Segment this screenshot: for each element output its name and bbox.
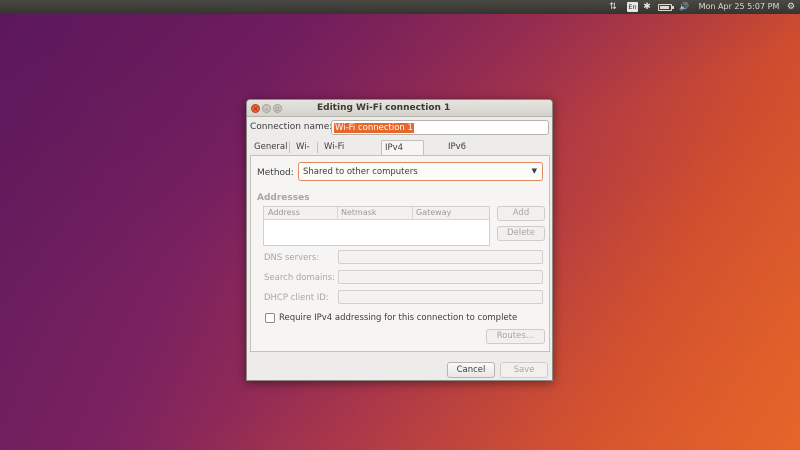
- column-gateway: Gateway: [416, 208, 452, 217]
- routes-button[interactable]: Routes…: [486, 329, 545, 344]
- connection-name-input[interactable]: Wi-Fi connection 1: [331, 120, 549, 135]
- title-bar: × – ▫ Editing Wi-Fi connection 1: [247, 100, 552, 117]
- tab-ipv6-settings[interactable]: IPv6 Settings: [445, 140, 486, 167]
- system-settings-icon[interactable]: ⚙: [785, 0, 797, 14]
- column-netmask: Netmask: [341, 208, 377, 217]
- tab-wifi[interactable]: Wi-Fi: [293, 140, 313, 167]
- edit-connection-dialog: × – ▫ Editing Wi-Fi connection 1 Connect…: [246, 99, 553, 381]
- add-address-button[interactable]: Add: [497, 206, 545, 221]
- close-button[interactable]: ×: [251, 104, 260, 113]
- network-icon[interactable]: ⇅: [607, 0, 619, 14]
- search-domains-label: Search domains:: [264, 273, 336, 283]
- keyboard-layout-indicator[interactable]: En: [627, 2, 638, 12]
- cancel-button[interactable]: Cancel: [447, 362, 495, 378]
- method-label: Method:: [257, 168, 294, 178]
- connection-name-value: Wi-Fi connection 1: [334, 123, 414, 133]
- ipv4-settings-panel: Method: Shared to other computers ▼ Addr…: [250, 155, 550, 352]
- bluetooth-icon[interactable]: ✱: [642, 0, 652, 14]
- minimize-button[interactable]: –: [262, 104, 271, 113]
- top-panel: ⇅ En ✱ 🔊 Mon Apr 25 5:07 PM ⚙: [0, 0, 800, 14]
- search-domains-input[interactable]: [338, 270, 543, 284]
- method-value: Shared to other computers: [303, 167, 418, 177]
- save-button[interactable]: Save: [500, 362, 548, 378]
- method-select[interactable]: Shared to other computers ▼: [298, 162, 543, 181]
- column-address: Address: [268, 208, 300, 217]
- clock[interactable]: Mon Apr 25 5:07 PM: [697, 0, 781, 14]
- addresses-heading: Addresses: [257, 193, 310, 203]
- delete-address-button[interactable]: Delete: [497, 226, 545, 241]
- dhcp-client-id-input[interactable]: [338, 290, 543, 304]
- tab-wifi-security[interactable]: Wi-Fi Security: [321, 140, 362, 167]
- connection-name-label: Connection name:: [250, 122, 333, 132]
- require-ipv4-label[interactable]: Require IPv4 addressing for this connect…: [279, 313, 517, 323]
- dns-servers-input[interactable]: [338, 250, 543, 264]
- volume-icon[interactable]: 🔊: [677, 0, 691, 14]
- tab-ipv4-settings[interactable]: IPv4 Settings: [381, 140, 424, 168]
- dhcp-client-id-label: DHCP client ID:: [264, 293, 329, 303]
- maximize-button[interactable]: ▫: [273, 104, 282, 113]
- addresses-table: Address Netmask Gateway: [263, 206, 490, 246]
- battery-icon[interactable]: [658, 4, 674, 11]
- chevron-down-icon: ▼: [531, 167, 537, 175]
- require-ipv4-checkbox[interactable]: [265, 313, 275, 323]
- addresses-table-header: Address Netmask Gateway: [264, 207, 489, 220]
- dns-servers-label: DNS servers:: [264, 253, 320, 263]
- tab-general[interactable]: General: [251, 140, 291, 155]
- window-title: Editing Wi-Fi connection 1: [317, 103, 451, 113]
